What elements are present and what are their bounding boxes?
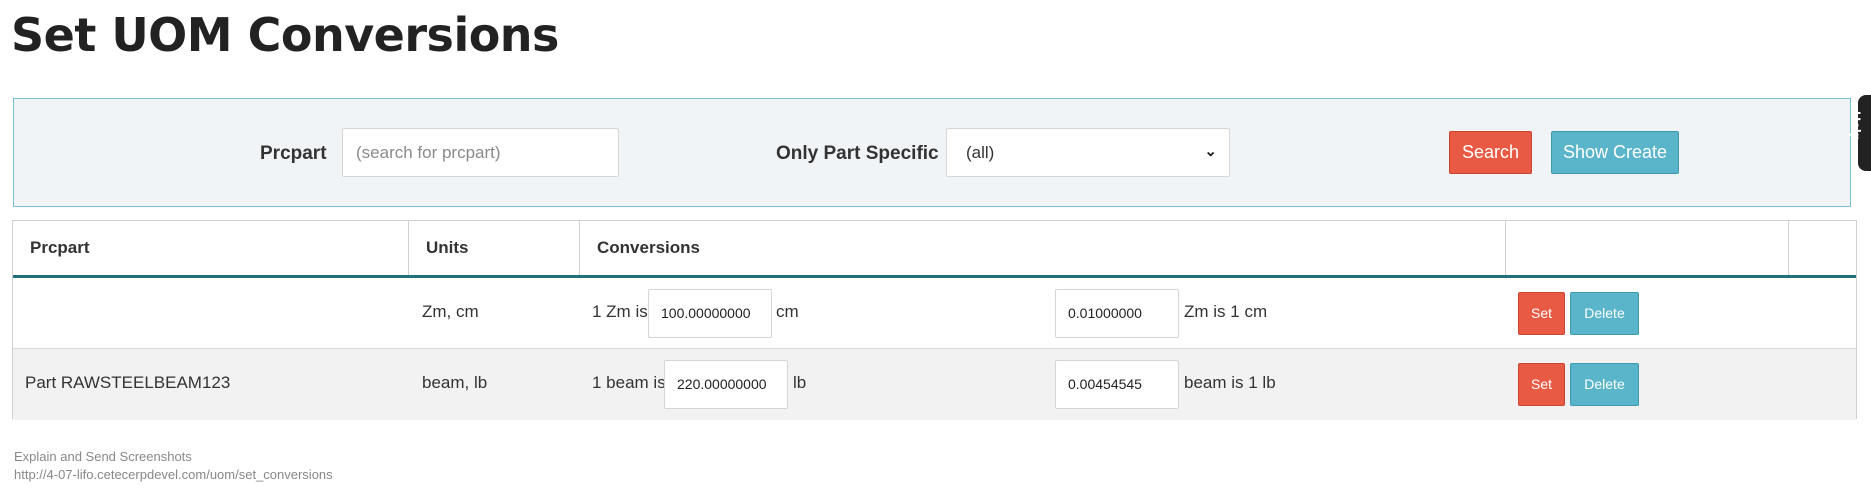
only-part-specific-label: Only Part Specific <box>776 143 939 164</box>
conversion-from-input[interactable]: 220.00000000 <box>664 360 788 409</box>
search-button[interactable]: Search <box>1449 131 1532 174</box>
help-tab-label: Help <box>1848 111 1864 142</box>
only-part-specific-select[interactable]: (all) ⌄ <box>946 128 1230 177</box>
units-cell: beam, lb <box>422 373 488 392</box>
table-row: Part RAWSTEELBEAM123 beam, lb 1 beam is … <box>13 349 1856 420</box>
header-extra <box>1789 221 1856 275</box>
prcpart-filter-label: Prcpart <box>260 143 327 164</box>
table-row: Zm, cm 1 Zm is 100.00000000 cm 0.0100000… <box>13 278 1856 349</box>
table-header: Prcpart Units Conversions <box>13 221 1856 278</box>
units-cell: Zm, cm <box>422 302 479 321</box>
conversion-from-prefix: 1 beam is <box>592 373 666 392</box>
delete-button[interactable]: Delete <box>1570 363 1639 406</box>
help-tab[interactable]: Help <box>1848 95 1871 171</box>
header-units: Units <box>409 221 580 275</box>
prcpart-cell: Part RAWSTEELBEAM123 <box>25 373 231 392</box>
only-part-specific-value: (all) <box>966 143 995 162</box>
page-title: Set UOM Conversions <box>11 8 559 62</box>
header-actions <box>1506 221 1789 275</box>
delete-button[interactable]: Delete <box>1570 292 1639 335</box>
explain-screenshots-link[interactable]: Explain and Send Screenshots <box>14 449 192 464</box>
conversion-from-input[interactable]: 100.00000000 <box>648 289 772 338</box>
page-url-text: http://4-07-lifo.cetecerpdevel.com/uom/s… <box>14 467 333 482</box>
show-create-button[interactable]: Show Create <box>1551 131 1679 174</box>
header-conversions: Conversions <box>580 221 1506 275</box>
conversion-to-suffix: beam is 1 lb <box>1184 373 1276 392</box>
chevron-down-icon: ⌄ <box>1204 143 1217 160</box>
set-button[interactable]: Set <box>1518 363 1565 406</box>
prcpart-search-input[interactable] <box>342 128 619 177</box>
conversion-to-input[interactable]: 0.00454545 <box>1055 360 1179 409</box>
conversions-table: Prcpart Units Conversions Zm, cm 1 Zm is… <box>12 220 1857 420</box>
set-button[interactable]: Set <box>1518 292 1565 335</box>
conversion-to-input[interactable]: 0.01000000 <box>1055 289 1179 338</box>
filter-panel: Prcpart Only Part Specific (all) ⌄ Searc… <box>13 98 1851 207</box>
conversion-from-prefix: 1 Zm is <box>592 302 648 321</box>
header-prcpart: Prcpart <box>13 221 409 275</box>
conversion-to-suffix: Zm is 1 cm <box>1184 302 1268 321</box>
conversion-from-suffix: lb <box>793 373 807 392</box>
conversion-from-suffix: cm <box>776 302 799 321</box>
